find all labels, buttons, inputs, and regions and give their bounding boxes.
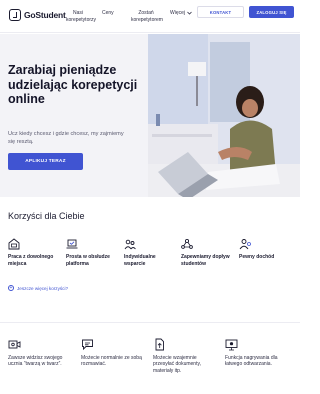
more-benefits-label: Jeszcze więcej korzyści?: [17, 285, 69, 291]
benefit-label: Prosta w obsłudze platforma: [66, 254, 110, 267]
chevron-down-icon: [187, 11, 192, 15]
support-people-icon: [124, 239, 136, 250]
apply-now-button[interactable]: APLIKUJ TERAZ: [8, 153, 83, 170]
nav-prices[interactable]: Ceny: [102, 10, 114, 17]
feature-documents: Możecie wzajemnie przesyłać dokumenty, m…: [153, 338, 217, 374]
laptop-check-icon: [66, 239, 78, 249]
benefit-label: Zapewniamy dopływ studentów: [181, 254, 230, 267]
home-office-icon: [8, 238, 20, 250]
benefit-label: Pewny dochód: [239, 254, 275, 260]
benefits-title: Korzyści dla Ciebie: [8, 211, 85, 221]
site-header: GoStudent Nasi korepetytorzy Ceny Zostań…: [0, 0, 300, 33]
benefit-individual-support: Indywidualne wsparcie: [124, 238, 176, 267]
feature-label: Możecie normalnie ze sobą rozmawiać.: [81, 355, 142, 368]
hero-title: Zarabiaj pieniądze udzielając korepetycj…: [8, 63, 138, 106]
feature-video: Zawsze widzisz swojego ucznia “twarzą w …: [8, 338, 72, 368]
money-person-icon: [239, 239, 251, 250]
tutor-photo-illustration: [148, 34, 300, 197]
feature-label: Funkcja nagrywania dla łatwego odtwarzan…: [225, 355, 278, 368]
brand-logo[interactable]: GoStudent: [9, 9, 66, 21]
section-divider: [0, 322, 300, 323]
document-upload-icon: [155, 338, 164, 351]
hero-subtitle: Ucz kiedy chcesz i gdzie chcesz, my zajm…: [8, 131, 124, 145]
brand-name: GoStudent: [24, 10, 66, 20]
login-button[interactable]: ZALOGUJ SIĘ: [249, 6, 294, 18]
contact-button[interactable]: KONTAKT: [197, 6, 244, 18]
feature-label: Możecie wzajemnie przesyłać dokumenty, m…: [153, 355, 201, 374]
feature-chat: Możecie normalnie ze sobą rozmawiać.: [81, 338, 145, 368]
more-benefits-link[interactable]: + Jeszcze więcej korzyści?: [8, 285, 68, 291]
plus-circle-icon: +: [8, 285, 14, 291]
benefit-steady-income: Pewny dochód: [239, 238, 291, 261]
feature-label: Zawsze widzisz swojego ucznia “twarzą w …: [8, 355, 63, 368]
chat-icon: [82, 339, 93, 351]
benefit-student-supply: Zapewniamy dopływ studentów: [181, 238, 233, 267]
benefit-work-anywhere: Praca z dowolnego miejsca: [8, 238, 60, 267]
nav-become-tutor[interactable]: Zostań korepetytorem: [131, 10, 163, 23]
nav-tutors[interactable]: Nasi korepetytorzy: [66, 10, 96, 23]
hero-section: Zarabiaj pieniądze udzielając korepetycj…: [0, 34, 300, 197]
logo-icon: [9, 9, 21, 21]
nav-more-label: Więcej: [170, 10, 186, 16]
nav-more[interactable]: Więcej: [170, 10, 192, 17]
benefit-label: Praca z dowolnego miejsca: [8, 254, 54, 267]
feature-recording: Funkcja nagrywania dla łatwego odtwarzan…: [225, 338, 289, 368]
screen-record-icon: [225, 339, 238, 351]
benefit-label: Indywidualne wsparcie: [124, 254, 156, 267]
benefit-easy-platform: Prosta w obsłudze platforma: [66, 238, 118, 267]
students-network-icon: [181, 238, 193, 249]
video-call-icon: [8, 340, 21, 349]
hero-photo: [148, 34, 300, 197]
